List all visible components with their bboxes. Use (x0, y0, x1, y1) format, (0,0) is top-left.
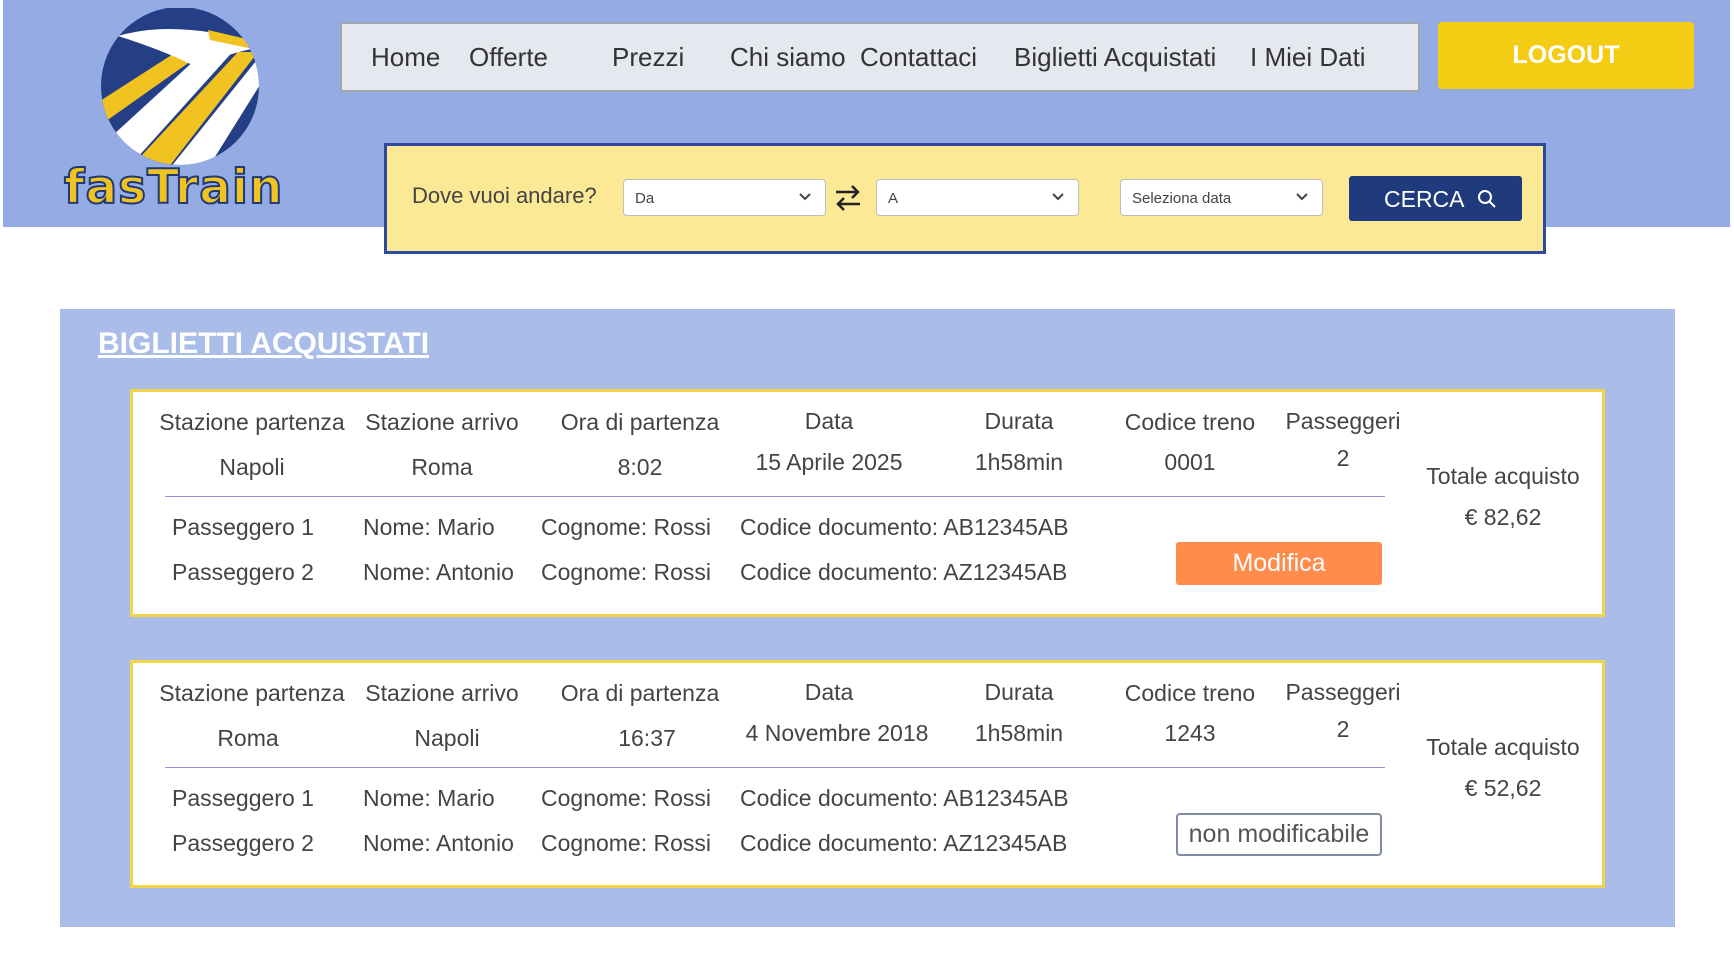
value-stazione-partenza: Napoli (219, 454, 285, 480)
header-durata: Durata (984, 408, 1054, 434)
nav-contattaci[interactable]: Contattaci (860, 42, 977, 73)
header-durata: Durata (984, 679, 1054, 705)
value-durata: 1h58min (974, 720, 1064, 746)
header-stazione-partenza: Stazione partenza (159, 680, 345, 706)
swap-icon[interactable] (832, 182, 864, 219)
nav-biglietti-acquistati[interactable]: Biglietti Acquistati (1014, 42, 1216, 73)
passenger-documento: Codice documento: AZ12345AB (740, 830, 1068, 856)
value-ora-partenza: 8:02 (617, 454, 663, 480)
header-passeggeri: Passeggeri (1285, 408, 1401, 434)
modifica-button[interactable]: Modifica (1176, 542, 1382, 585)
header-codice-treno: Codice treno (1124, 680, 1256, 706)
logo-wordmark: fasTrain (63, 159, 284, 216)
logout-button[interactable]: LOGOUT (1438, 22, 1694, 89)
from-select[interactable]: Da (623, 179, 826, 216)
date-select[interactable]: Seleziona data (1120, 179, 1323, 216)
nav-offerte[interactable]: Offerte (469, 42, 548, 73)
passenger-label: Passeggero 2 (172, 830, 314, 856)
header-stazione-arrivo: Stazione arrivo (365, 680, 519, 706)
nav-home[interactable]: Home (371, 42, 440, 73)
total-value: € 82,62 (1464, 504, 1542, 530)
value-passeggeri: 2 (1336, 716, 1350, 742)
from-select-value: Da (635, 190, 655, 207)
header-ora-partenza: Ora di partenza (560, 409, 720, 435)
value-stazione-arrivo: Napoli (414, 725, 480, 751)
passenger-cognome: Cognome: Rossi (541, 559, 712, 585)
total-value: € 52,62 (1464, 775, 1542, 801)
nav-chi-siamo[interactable]: Chi siamo (730, 42, 846, 73)
total-label: Totale acquisto (1426, 463, 1580, 489)
divider (165, 767, 1385, 768)
chevron-down-icon (799, 193, 811, 201)
date-select-value: Seleziona data (1132, 190, 1232, 207)
nav-prezzi[interactable]: Prezzi (612, 42, 684, 73)
passenger-documento: Codice documento: AB12345AB (740, 514, 1069, 540)
value-codice-treno: 1243 (1164, 720, 1216, 746)
ticket-card: Stazione partenza Stazione arrivo Ora di… (130, 660, 1605, 888)
page-title[interactable]: BIGLIETTI ACQUISTATI (98, 327, 429, 361)
total-label: Totale acquisto (1426, 734, 1580, 760)
tickets-panel: BIGLIETTI ACQUISTATI Stazione partenza S… (60, 309, 1675, 927)
divider (165, 496, 1385, 497)
passenger-cognome: Cognome: Rossi (541, 785, 712, 811)
header-passeggeri: Passeggeri (1285, 679, 1401, 705)
passenger-documento: Codice documento: AZ12345AB (740, 559, 1068, 585)
passenger-nome: Nome: Mario (363, 514, 495, 540)
value-passeggeri: 2 (1336, 445, 1350, 471)
passenger-nome: Nome: Mario (363, 785, 495, 811)
value-codice-treno: 0001 (1164, 449, 1216, 475)
header-data: Data (804, 408, 854, 434)
passenger-documento: Codice documento: AB12345AB (740, 785, 1069, 811)
value-data: 4 Novembre 2018 (745, 720, 929, 746)
header-ora-partenza: Ora di partenza (560, 680, 720, 706)
passenger-nome: Nome: Antonio (363, 830, 514, 856)
search-button-label: CERCA (1384, 186, 1465, 212)
header-codice-treno: Codice treno (1124, 409, 1256, 435)
passenger-label: Passeggero 1 (172, 514, 314, 540)
value-ora-partenza: 16:37 (618, 725, 676, 751)
chevron-down-icon (1052, 193, 1064, 201)
fastrain-logo[interactable]: fasTrain (58, 8, 303, 216)
passenger-label: Passeggero 2 (172, 559, 314, 585)
ticket-card: Stazione partenza Stazione arrivo Ora di… (130, 389, 1605, 617)
to-select-value: A (888, 190, 899, 207)
passenger-cognome: Cognome: Rossi (541, 514, 712, 540)
search-bar: Dove vuoi andare? Da A Seleziona data CE… (384, 143, 1546, 254)
train-logo-icon (101, 8, 259, 165)
header-data: Data (804, 679, 854, 705)
value-stazione-partenza: Roma (217, 725, 279, 751)
nav-miei-dati[interactable]: I Miei Dati (1250, 42, 1366, 73)
search-icon (1478, 190, 1496, 208)
header-stazione-arrivo: Stazione arrivo (365, 409, 519, 435)
main-nav: Home Offerte Prezzi Chi siamo Contattaci… (340, 22, 1420, 92)
value-data: 15 Aprile 2025 (755, 449, 903, 475)
chevron-down-icon (1296, 193, 1308, 201)
search-label: Dove vuoi andare? (412, 183, 597, 208)
to-select[interactable]: A (876, 179, 1079, 216)
value-durata: 1h58min (974, 449, 1064, 475)
header-stazione-partenza: Stazione partenza (159, 409, 345, 435)
passenger-nome: Nome: Antonio (363, 559, 514, 585)
search-button[interactable]: CERCA (1349, 176, 1522, 221)
passenger-label: Passeggero 1 (172, 785, 314, 811)
non-modificabile-badge: non modificabile (1176, 813, 1382, 856)
value-stazione-arrivo: Roma (411, 454, 473, 480)
passenger-cognome: Cognome: Rossi (541, 830, 712, 856)
